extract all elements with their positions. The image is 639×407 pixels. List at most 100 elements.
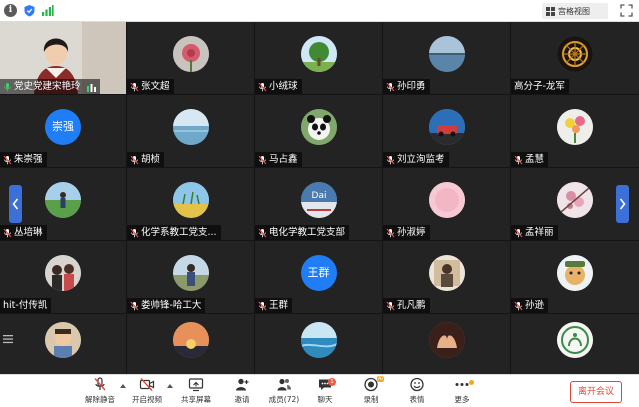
participant-name: 孙逊 [525, 300, 545, 311]
participant-name-bar: 孙逊 [511, 298, 549, 313]
participant-name-bar: 娄帅锋-哈工大 [127, 298, 206, 313]
participant-tile[interactable]: hit-付传凯 [0, 241, 126, 313]
participant-name-bar: 孙淑婷 [383, 225, 430, 240]
invite-label: 邀请 [234, 395, 250, 404]
participant-avatar: 王群 [300, 254, 337, 291]
participant-name-bar: 孟慧 [511, 152, 549, 167]
invite-button[interactable]: 邀请 [220, 377, 264, 407]
participant-tile[interactable] [255, 314, 382, 374]
chat-button[interactable]: 1 聊天 [303, 377, 347, 407]
participant-tile[interactable] [511, 314, 639, 374]
participant-name: 张文超 [141, 81, 170, 92]
mic-muted-icon [130, 82, 139, 92]
share-screen-icon [188, 378, 204, 392]
participant-name: 孔凡鹏 [397, 300, 426, 311]
mic-muted-icon [258, 301, 267, 311]
more-dots-icon [455, 383, 469, 386]
participant-tile[interactable]: 崇强 朱崇强 [0, 95, 126, 167]
participant-name: 孟祥丽 [525, 227, 554, 238]
participant-grid: 党史党建宋艳玲张文超 小绒球 孙印勇 高分子-龙军崇强 朱崇强 胡桢 马占鑫 刘立洵监考 孟慧丛… [0, 22, 639, 374]
participant-name-bar: 化学系教工党支... [127, 225, 221, 240]
reactions-button[interactable]: 表情 [395, 377, 439, 407]
participant-name-bar: 刘立洵监考 [383, 152, 449, 167]
participant-tile[interactable]: Dai 电化学教工党支部 [255, 168, 382, 240]
participant-avatar [300, 108, 337, 145]
participant-name-bar: 丛培琳 [0, 225, 47, 240]
participant-avatar [428, 35, 465, 72]
leave-meeting-button[interactable]: 离开会议 [570, 381, 622, 403]
invite-icon [236, 378, 249, 391]
participant-name: 高分子-龙军 [514, 81, 565, 92]
participant-name-bar: hit-付传凯 [0, 298, 52, 313]
participant-tile[interactable]: 党史党建宋艳玲 [0, 22, 126, 94]
participant-avatar [557, 181, 593, 218]
share-screen-label: 共享屏幕 [181, 395, 211, 404]
share-screen-button[interactable]: 共享屏幕 [174, 377, 218, 407]
shield-icon[interactable] [23, 4, 36, 17]
participant-tile[interactable] [0, 314, 126, 374]
mic-muted-icon [514, 228, 523, 238]
previous-page-arrow[interactable] [9, 185, 22, 223]
participant-tile[interactable]: 孙印勇 [383, 22, 510, 94]
participant-avatar [428, 322, 465, 359]
participant-tile[interactable]: 化学系教工党支... [127, 168, 254, 240]
reactions-label: 表情 [409, 395, 425, 404]
participant-tile[interactable]: 马占鑫 [255, 95, 382, 167]
meeting-toolbar: 解除静音 开启视频 共享屏幕 邀请 成员(72) 1 聊天 AI 录制 表情 更… [0, 374, 639, 407]
participant-tile[interactable]: 孙淑婷 [383, 168, 510, 240]
participant-name-bar: 高分子-龙军 [511, 79, 569, 94]
participant-avatar [172, 35, 209, 72]
participant-tile[interactable]: 王群 王群 [255, 241, 382, 313]
gallery-view-button[interactable]: 宫格视图 [542, 3, 608, 19]
participant-avatar: Dai [300, 181, 337, 218]
participant-avatar [428, 254, 465, 291]
participant-tile[interactable] [127, 314, 254, 374]
participant-avatar [557, 35, 593, 72]
participant-avatar [557, 322, 593, 359]
participant-name-bar: 胡桢 [127, 152, 165, 167]
info-icon[interactable]: i [4, 4, 17, 17]
participant-tile[interactable]: 胡桢 [127, 95, 254, 167]
participant-name-bar: 王群 [255, 298, 293, 313]
mic-muted-icon [386, 228, 395, 238]
list-icon[interactable] [3, 334, 13, 344]
mic-muted-icon [3, 155, 12, 165]
chat-unread-badge: 1 [328, 378, 336, 386]
start-video-button[interactable]: 开启视频 [125, 377, 169, 407]
participant-name: 电化学教工党支部 [269, 227, 346, 238]
more-button[interactable]: 更多 [440, 377, 484, 407]
mic-muted-icon [94, 377, 106, 391]
unmute-button[interactable]: 解除静音 [78, 377, 122, 407]
participant-tile[interactable]: 刘立洵监考 [383, 95, 510, 167]
participant-name: 马占鑫 [269, 154, 298, 165]
participant-avatar [428, 181, 465, 218]
participant-tile[interactable]: 孙逊 [511, 241, 639, 313]
top-bar: i 宫格视图 [0, 0, 639, 22]
next-page-arrow[interactable] [616, 185, 629, 223]
mic-muted-icon [130, 155, 139, 165]
participant-tile[interactable]: 孟慧 [511, 95, 639, 167]
mic-muted-icon [130, 228, 139, 238]
chevron-left-icon [12, 198, 19, 210]
signal-icon[interactable] [41, 4, 54, 17]
participant-tile[interactable]: 孔凡鹏 [383, 241, 510, 313]
participant-avatar [557, 254, 593, 291]
participant-tile[interactable] [383, 314, 510, 374]
start-video-label: 开启视频 [132, 395, 162, 404]
record-label: 录制 [363, 395, 379, 404]
mic-muted-icon [386, 82, 395, 92]
record-button[interactable]: AI 录制 [349, 376, 393, 407]
participant-name: 娄帅锋-哈工大 [141, 300, 202, 311]
mic-muted-icon [3, 228, 12, 238]
members-button[interactable]: 成员(72) [262, 377, 306, 407]
mic-muted-icon [130, 301, 139, 311]
participant-tile[interactable]: 小绒球 [255, 22, 382, 94]
video-options-caret-icon[interactable] [167, 383, 173, 388]
fullscreen-icon[interactable] [620, 4, 633, 17]
participant-tile[interactable]: 张文超 [127, 22, 254, 94]
participant-avatar [428, 108, 465, 145]
participant-tile[interactable]: 娄帅锋-哈工大 [127, 241, 254, 313]
participant-avatar [172, 322, 209, 359]
participant-name-bar: 孟祥丽 [511, 225, 558, 240]
participant-tile[interactable]: 高分子-龙军 [511, 22, 639, 94]
